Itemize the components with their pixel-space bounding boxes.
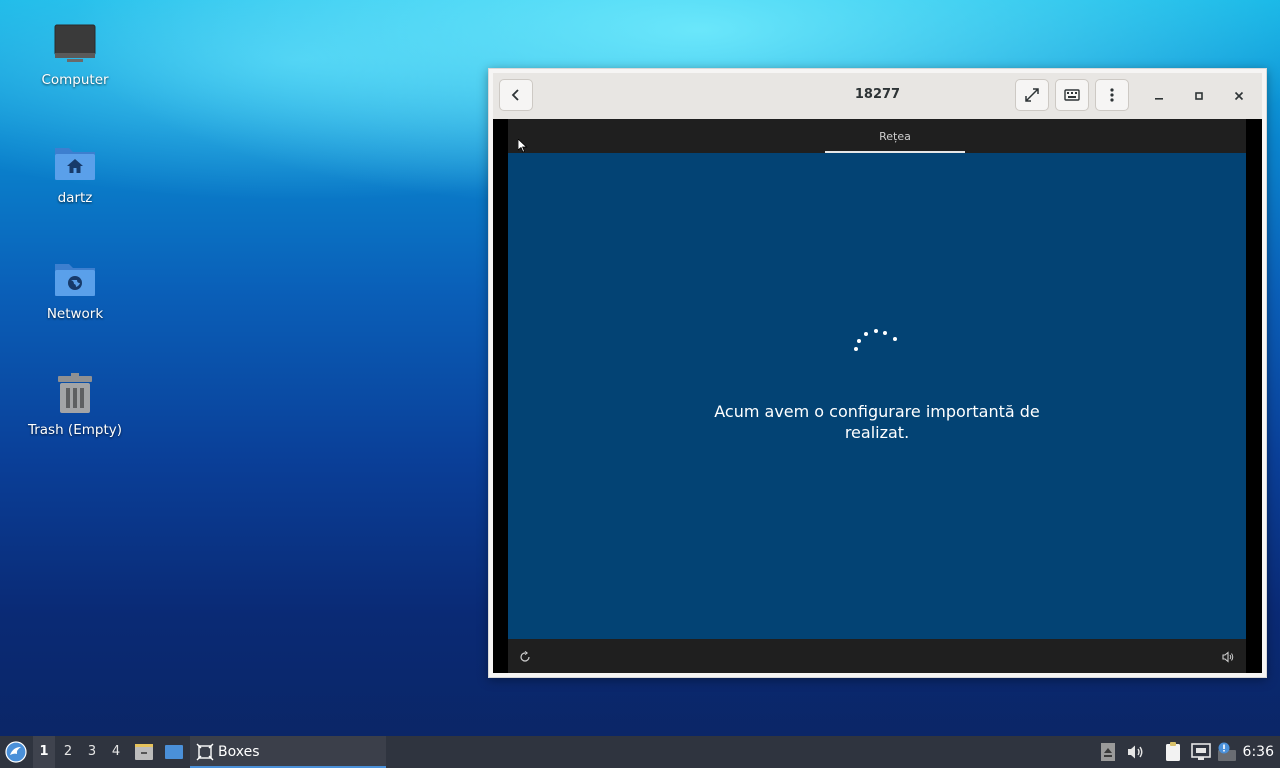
tray-volume[interactable] xyxy=(1126,736,1146,768)
setup-message-line2: realizat. xyxy=(844,423,910,442)
close-icon xyxy=(1234,91,1244,101)
task-boxes[interactable]: Boxes xyxy=(190,736,386,768)
desktop-icon-network[interactable]: Network xyxy=(20,256,130,322)
keyboard-button[interactable] xyxy=(1055,79,1089,111)
desktop-icon-computer[interactable]: Computer xyxy=(20,22,130,88)
lubuntu-logo-icon xyxy=(5,741,27,763)
boxes-window[interactable]: 18277 Rețea Acum avem o configurare impo… xyxy=(488,68,1267,678)
accessibility-icon[interactable] xyxy=(519,651,531,663)
desktop-icon-trash[interactable]: Trash (Empty) xyxy=(20,372,130,438)
notification-icon xyxy=(1218,742,1236,761)
desktop-icon-home[interactable]: dartz xyxy=(20,140,130,206)
tray-clipboard[interactable] xyxy=(1162,736,1184,768)
setup-message-line1: Acum avem o configurare importantă de xyxy=(714,402,1040,421)
desktop-icon-label: dartz xyxy=(57,190,93,206)
desktop-icon-label: Trash (Empty) xyxy=(27,422,123,438)
update-icon xyxy=(1101,743,1115,761)
vm-top-bar: Rețea xyxy=(508,119,1246,153)
vm-setup-panel: Acum avem o configurare importantă de re… xyxy=(508,153,1246,639)
network-folder-icon xyxy=(53,256,97,300)
volume-icon xyxy=(1128,745,1143,759)
vm-screen[interactable]: Rețea Acum avem o configurare importantă… xyxy=(508,119,1246,673)
minimize-icon xyxy=(1155,98,1163,100)
start-menu-button[interactable] xyxy=(3,736,29,768)
vm-display[interactable]: Rețea Acum avem o configurare importantă… xyxy=(493,119,1262,673)
vm-tab-network: Rețea xyxy=(879,130,911,143)
trash-icon xyxy=(53,372,97,416)
file-manager-launcher[interactable] xyxy=(132,736,156,768)
window-titlebar[interactable]: 18277 xyxy=(493,73,1262,120)
menu-button[interactable] xyxy=(1095,79,1129,111)
loading-spinner-icon xyxy=(854,329,897,351)
home-folder-icon xyxy=(53,140,97,184)
minimize-button[interactable] xyxy=(1148,85,1170,107)
speaker-icon[interactable] xyxy=(1222,651,1234,663)
window-title: 18277 xyxy=(854,87,901,102)
task-label: Boxes xyxy=(218,744,260,760)
tray-notifications[interactable] xyxy=(1214,736,1238,768)
close-button[interactable] xyxy=(1228,85,1250,107)
tray-network[interactable] xyxy=(1190,736,1212,768)
file-manager-icon xyxy=(135,744,153,760)
vm-bottom-bar xyxy=(508,639,1246,673)
maximize-icon xyxy=(1195,92,1203,100)
desktop-icon-label: Computer xyxy=(41,72,109,88)
fullscreen-icon xyxy=(1025,88,1039,102)
clock[interactable]: 6:36 xyxy=(1243,744,1274,760)
keyboard-icon xyxy=(1064,89,1080,101)
show-desktop-button[interactable] xyxy=(162,736,186,768)
desktop-icon xyxy=(165,745,183,759)
boxes-app-icon xyxy=(196,743,214,761)
workspace-4[interactable]: 4 xyxy=(105,736,127,768)
monitor-icon xyxy=(53,22,97,66)
menu-dots-icon xyxy=(1110,88,1114,102)
workspace-1[interactable]: 1 xyxy=(33,736,55,768)
desktop-icon-label: Network xyxy=(46,306,104,322)
tray-updates[interactable] xyxy=(1099,736,1117,768)
taskbar: 1 2 3 4 Boxes 6:36 xyxy=(0,736,1280,768)
maximize-button[interactable] xyxy=(1188,85,1210,107)
workspace-3[interactable]: 3 xyxy=(81,736,103,768)
clipboard-icon xyxy=(1166,742,1180,761)
wired-network-icon xyxy=(1191,743,1211,760)
fullscreen-button[interactable] xyxy=(1015,79,1049,111)
workspace-2[interactable]: 2 xyxy=(57,736,79,768)
setup-message: Acum avem o configurare importantă de re… xyxy=(508,401,1246,443)
mouse-cursor-icon xyxy=(518,139,528,153)
